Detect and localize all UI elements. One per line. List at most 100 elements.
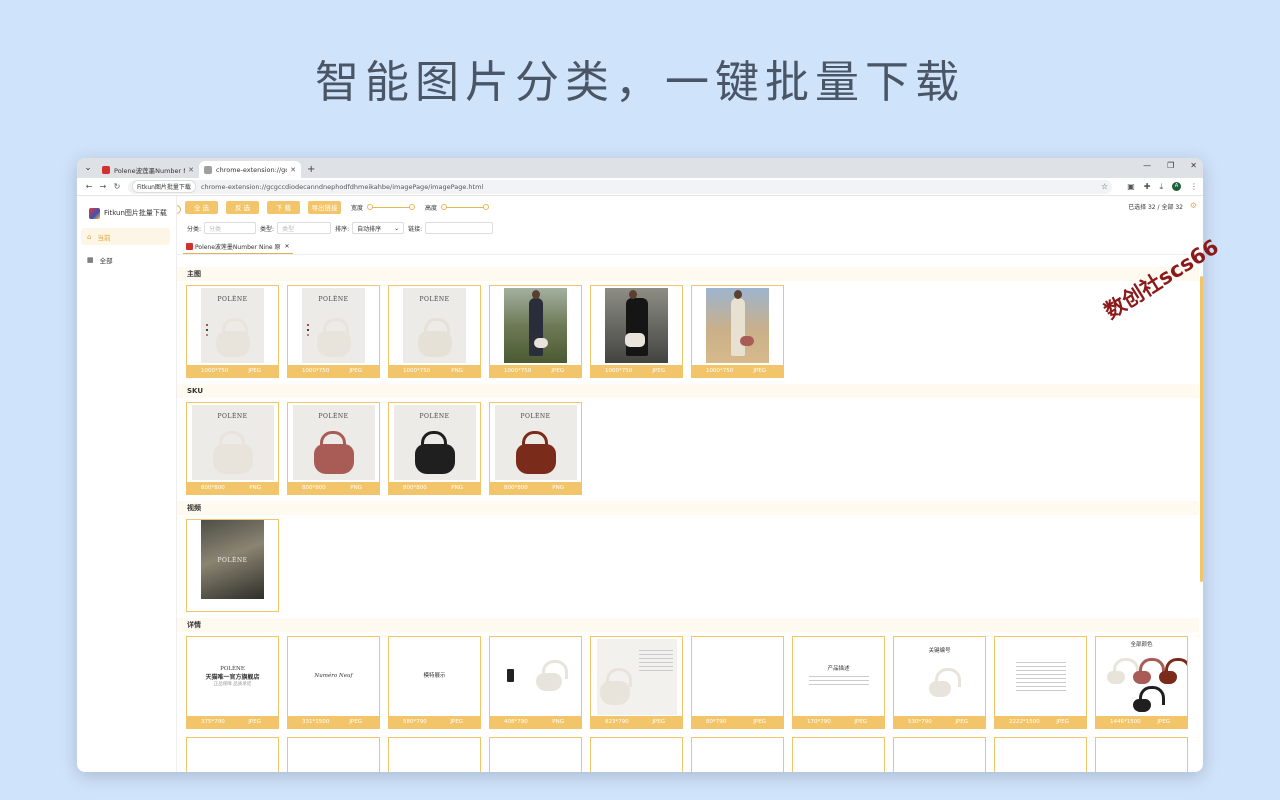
bookmark-star-icon[interactable]: ☆ (1101, 182, 1108, 191)
export-links-button[interactable]: 导出链接 (308, 200, 341, 214)
toolbar: 全 选 反 选 下 载 导出链接 宽度 高度 已选择 32 / 全部 32 ⚙ (177, 196, 1203, 218)
image-grid: POLÈNE 天猫唯一官方旗舰店 正品保障 品质承诺 375*790 JPEG Numér… (177, 632, 1199, 733)
image-card[interactable] (792, 737, 885, 772)
sidebar-item-label: 当前 (97, 233, 111, 242)
detail-image: Numéro Neuf (314, 673, 353, 680)
image-meta: 580*790 JPEG (389, 716, 480, 728)
image-card[interactable]: 1000*750 JPEG (489, 285, 582, 378)
gear-icon[interactable]: ⚙ (1190, 201, 1197, 210)
url-text[interactable]: chrome-extension://gcgccdiodecanndnephod… (201, 183, 1101, 191)
slider-max-handle[interactable] (483, 204, 490, 210)
promo-headline: 智能图片分类，一键批量下载 (315, 57, 965, 108)
image-card[interactable] (994, 737, 1087, 772)
close-window-icon[interactable]: ✕ (1190, 161, 1197, 170)
image-card[interactable]: 1000*750 JPEG (590, 285, 683, 378)
slider-max-handle[interactable] (409, 204, 416, 210)
image-size: 580*790 (403, 719, 427, 725)
image-format: PNG (552, 485, 564, 491)
invert-selection-button[interactable]: 反 选 (226, 200, 259, 214)
image-card[interactable]: POLÈNE 天猫唯一官方旗舰店 正品保障 品质承诺 375*790 JPEG (186, 636, 279, 729)
close-icon[interactable]: ✕ (290, 166, 296, 174)
image-card[interactable]: POLÈNE 1000*750 JPEG (287, 285, 380, 378)
height-slider[interactable] (441, 203, 490, 211)
image-card[interactable]: 关键编号 530*790 JPEG (893, 636, 986, 729)
omnibox[interactable]: Fitkun图片批量下载 chrome-extension://gcgccdio… (128, 179, 1113, 194)
extensions-puzzle-icon[interactable]: ✚ (1144, 182, 1151, 191)
image-card[interactable] (388, 737, 481, 772)
thumbnail: POLÈNE (187, 403, 278, 482)
brand-logo-image: POLÈNE (318, 296, 349, 303)
thumbnail: POLÈNE (187, 286, 278, 365)
image-card[interactable]: POLÈNE 800*800 PNG (388, 402, 481, 495)
address-bar: ← → ↻ Fitkun图片批量下载 chrome-extension://gc… (77, 178, 1203, 196)
home-icon: ⌂ (87, 232, 92, 241)
page-tab-polene[interactable]: Polene波莲墨Number Nine 原 ✕ (183, 240, 293, 254)
image-card[interactable] (186, 737, 279, 772)
image-card[interactable]: POLÈNE 1000*750 PNG (388, 285, 481, 378)
image-card[interactable]: 产品描述 170*790 JPEG (792, 636, 885, 729)
extension-app-icon[interactable]: ▣ (1127, 182, 1135, 191)
slider-min-handle[interactable] (367, 204, 374, 210)
type-select[interactable]: 类型 (277, 222, 332, 234)
image-card[interactable] (489, 737, 582, 772)
vertical-scrollbar[interactable] (1200, 276, 1203, 582)
site-info-chip[interactable]: Fitkun图片批量下载 (132, 180, 196, 193)
link-input[interactable] (425, 222, 494, 234)
image-card[interactable] (691, 737, 784, 772)
product-photo: POLÈNE (302, 288, 365, 363)
image-format: PNG (249, 485, 261, 491)
product-photo: POLÈNE (403, 288, 466, 363)
sidebar: Fitkun图片批量下载 ⌂ 当前 ▦ 全部 (77, 196, 177, 772)
brand: Fitkun图片批量下载 (77, 204, 176, 222)
image-card[interactable] (893, 737, 986, 772)
image-card[interactable]: 全部颜色 1446*1500 JPEG (1095, 636, 1188, 729)
image-card[interactable]: POLÈNE (186, 519, 279, 612)
download-button[interactable]: 下 载 (267, 200, 300, 214)
image-meta: 170*790 JPEG (793, 716, 884, 728)
image-card[interactable]: 823*790 JPEG (590, 636, 683, 729)
sort-value: 自动排序 (357, 225, 382, 233)
forward-icon[interactable]: → (96, 182, 110, 191)
reload-icon[interactable]: ↻ (110, 182, 124, 191)
image-card[interactable]: 80*790 JPEG (691, 636, 784, 729)
width-slider[interactable] (367, 203, 416, 211)
lifestyle-photo (605, 288, 668, 363)
image-format: JPEG (248, 719, 261, 725)
image-card[interactable]: POLÈNE 1000*750 JPEG (186, 285, 279, 378)
slider-min-handle[interactable] (441, 204, 448, 210)
image-card[interactable]: 408*790 PNG (489, 636, 582, 729)
category-select[interactable]: 分类 (204, 222, 257, 234)
image-card[interactable]: 2222*1500 JPEG (994, 636, 1087, 729)
thumbnail (692, 637, 783, 716)
minimize-icon[interactable]: — (1143, 161, 1151, 170)
image-card[interactable] (1095, 737, 1188, 772)
section-title: 视频 (177, 501, 1199, 515)
select-all-button[interactable]: 全 选 (185, 200, 218, 214)
back-icon[interactable]: ← (82, 182, 96, 191)
image-card[interactable]: POLÈNE 800*800 PNG (489, 402, 582, 495)
menu-kebab-icon[interactable]: ⋮ (1190, 182, 1198, 191)
profile-avatar[interactable]: A (1172, 182, 1181, 191)
sidebar-item-all[interactable]: ▦ 全部 (81, 251, 170, 268)
sort-select[interactable]: 自动排序 ⌄ (352, 222, 405, 234)
new-tab-button[interactable]: + (307, 164, 315, 175)
sidebar-item-current[interactable]: ⌂ 当前 (81, 228, 170, 245)
browser-tab-extension[interactable]: chrome-extension://gcgccd ✕ (199, 161, 301, 178)
image-card[interactable]: POLÈNE 800*800 PNG (287, 402, 380, 495)
image-card[interactable]: POLÈNE 800*800 PNG (186, 402, 279, 495)
image-card[interactable]: 模特展示 580*790 JPEG (388, 636, 481, 729)
image-card[interactable] (287, 737, 380, 772)
image-grid: POLÈNE 800*800 PNG POLÈNE 800*800 PNG POLÈNE 80… (177, 398, 1199, 499)
image-card[interactable] (590, 737, 683, 772)
image-card[interactable]: Numéro Neuf 331*1500 JPEG (287, 636, 380, 729)
browser-tab-polene[interactable]: Polene波莲墨Number Nine 原 ✕ (97, 161, 199, 178)
download-icon[interactable]: ⤓ (1159, 182, 1163, 192)
filter-bar: 分类: 分类 类型: 类型 排序: 自动排序 ⌄ 链接: (177, 218, 1203, 238)
tab-search-icon[interactable]: ⌄ (81, 161, 95, 175)
close-icon[interactable]: ✕ (188, 166, 194, 174)
maximize-icon[interactable]: ❐ (1167, 161, 1174, 170)
close-icon[interactable]: ✕ (285, 243, 290, 250)
window-controls: — ❐ ✕ (1143, 161, 1197, 170)
image-meta: 1000*750 JPEG (490, 365, 581, 377)
image-card[interactable]: 1000*750 JPEG (691, 285, 784, 378)
